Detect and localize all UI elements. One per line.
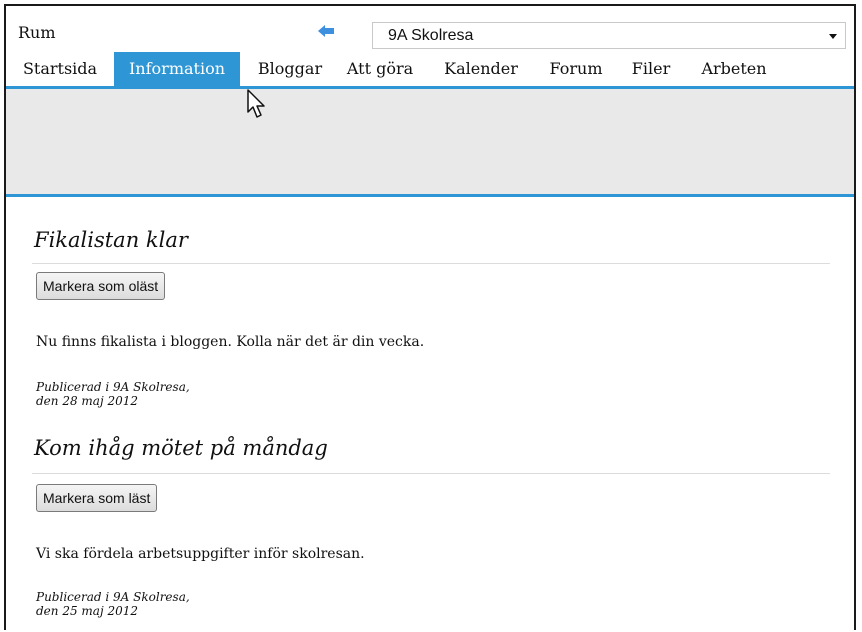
chevron-down-icon (829, 34, 837, 39)
tab-filer[interactable]: Filer (628, 52, 674, 86)
tab-forum[interactable]: Forum (546, 52, 606, 86)
app-frame: Rum 9A Skolresa Startsida Information Bl… (4, 4, 856, 630)
post-meta-date: den 28 maj 2012 (36, 394, 139, 408)
post-body: Nu finns fikalista i bloggen. Kolla när … (36, 334, 425, 350)
room-select-value: 9A Skolresa (388, 27, 474, 44)
tab-kalender[interactable]: Kalender (440, 52, 522, 86)
post-meta-published: Publicerad i 9A Skolresa, (36, 380, 190, 394)
post-divider (32, 263, 830, 264)
post-title: Fikalistan klar (34, 228, 188, 252)
tab-bar: Startsida Information Bloggar Att göra K… (6, 52, 854, 86)
post-meta-published: Publicerad i 9A Skolresa, (36, 590, 190, 604)
tab-startsida[interactable]: Startsida (18, 52, 102, 86)
left-arrow-icon[interactable] (318, 25, 334, 37)
tab-bloggar[interactable]: Bloggar (248, 52, 332, 86)
room-label: Rum (18, 23, 56, 42)
post-meta-date: den 25 maj 2012 (36, 604, 139, 618)
post-meta: Publicerad i 9A Skolresa, den 28 maj 201… (36, 380, 190, 408)
post-divider (32, 473, 830, 474)
mark-unread-button[interactable]: Markera som oläst (36, 272, 166, 300)
post-title: Kom ihåg mötet på måndag (34, 436, 328, 460)
mark-read-button[interactable]: Markera som läst (36, 484, 158, 512)
content-header-band (6, 89, 854, 194)
room-select[interactable]: 9A Skolresa (372, 22, 846, 49)
tab-att-gora[interactable]: Att göra (340, 52, 420, 86)
top-bar: Rum 9A Skolresa (6, 6, 854, 52)
band-divider (6, 194, 854, 197)
tab-information[interactable]: Information (114, 52, 240, 86)
post-body: Vi ska fördela arbetsuppgifter inför sko… (36, 546, 365, 562)
tab-arbeten[interactable]: Arbeten (696, 52, 772, 86)
mouse-cursor-icon (247, 89, 265, 118)
post-meta: Publicerad i 9A Skolresa, den 25 maj 201… (36, 590, 190, 618)
